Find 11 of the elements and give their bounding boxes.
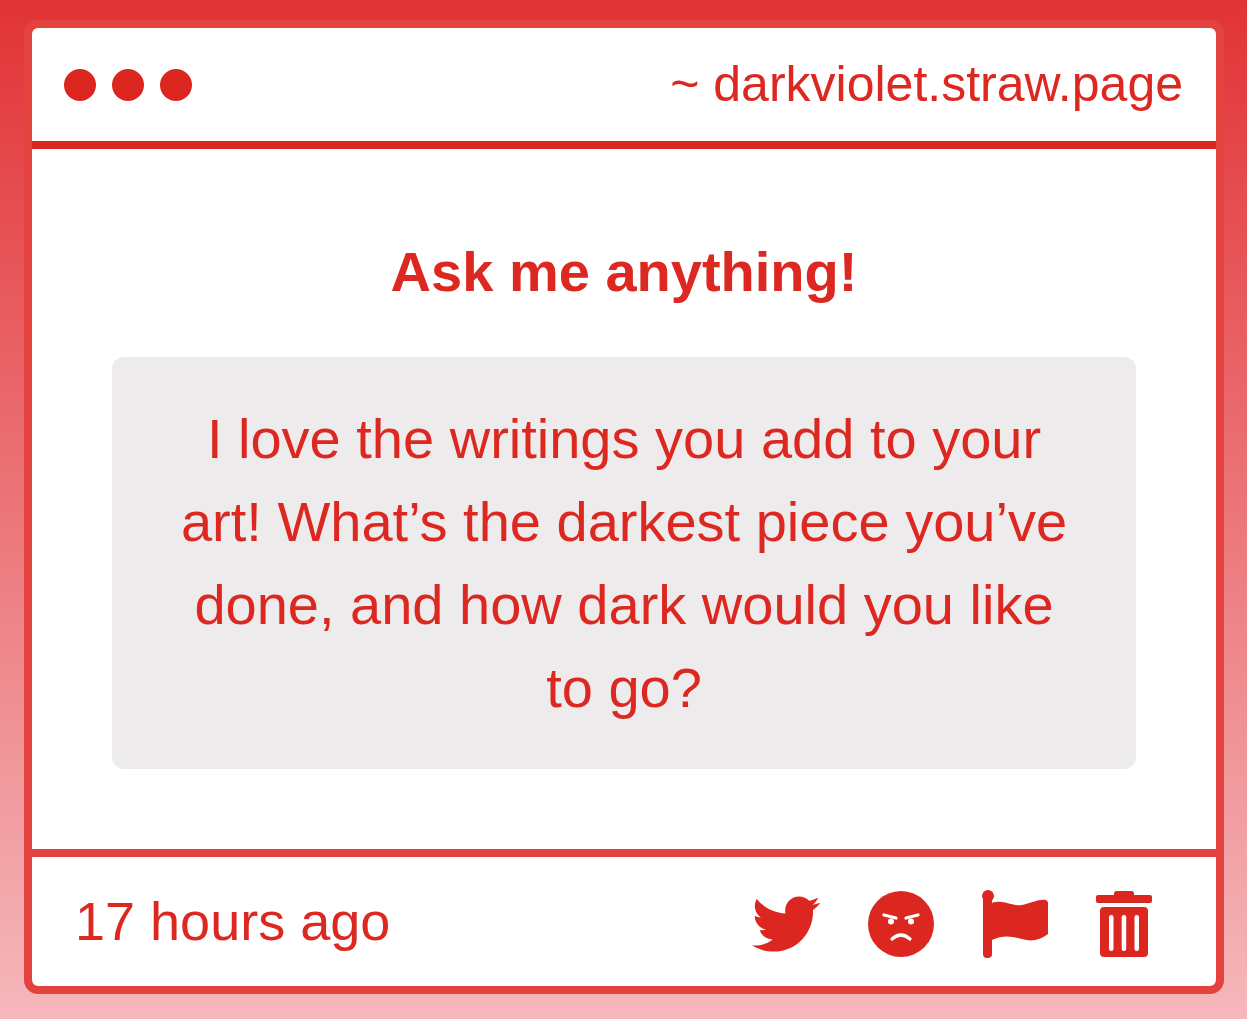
question-text: I love the writings you add to your art! What’s the darkest piece you’ve done, and how dark would you like to go? <box>179 406 1069 721</box>
dot-icon <box>64 68 96 101</box>
timestamp-text: 17 hours ago <box>75 890 391 953</box>
angry-face-icon[interactable] <box>868 890 934 957</box>
trash-icon[interactable] <box>1096 890 1152 957</box>
bird-icon[interactable] <box>752 895 820 952</box>
address-text: ~ darkviolet.straw.page <box>670 55 1183 114</box>
dot-icon <box>112 68 144 101</box>
dot-icon <box>160 68 192 101</box>
flag-icon[interactable] <box>982 889 1048 958</box>
page-heading: Ask me anything! <box>390 239 858 305</box>
